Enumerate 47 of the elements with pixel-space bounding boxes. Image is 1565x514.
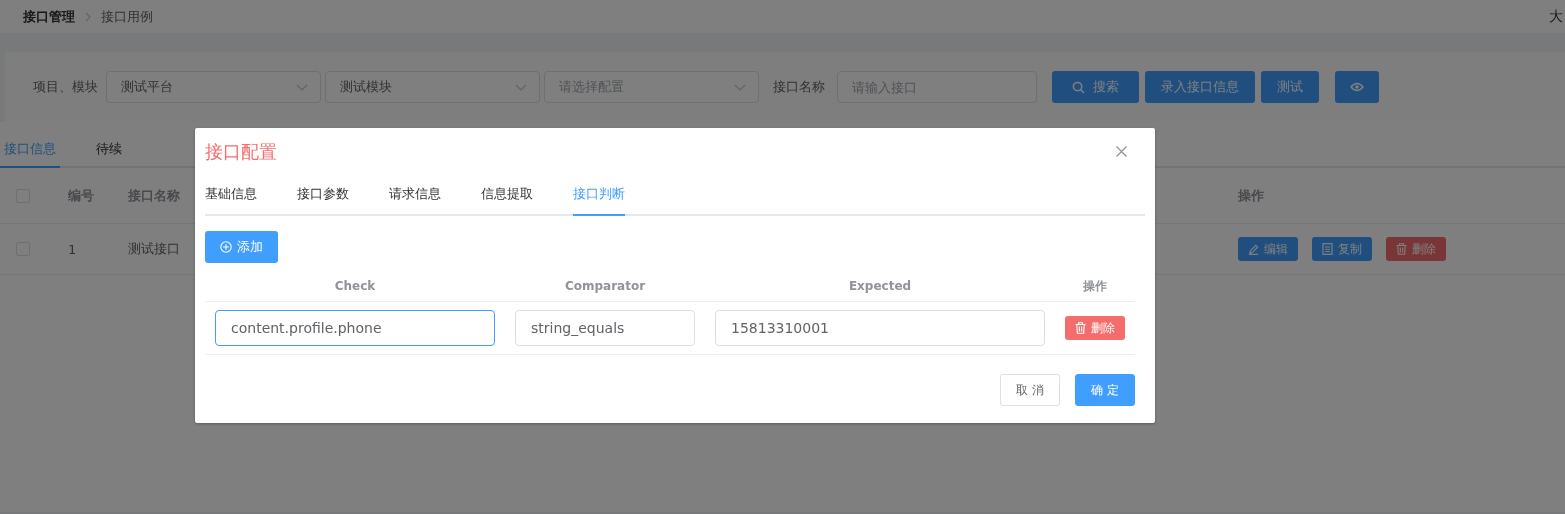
tab[interactable]: 信息提取: [481, 174, 533, 216]
column-header: Check: [333, 279, 377, 293]
select-field[interactable]: 测试平台: [106, 71, 321, 103]
filter-label: 项目、模块: [33, 78, 98, 96]
action-button[interactable]: 测试: [1261, 71, 1319, 103]
column-header: Comparator: [563, 279, 647, 293]
plus-circle-icon: [220, 241, 232, 253]
search-button[interactable]: 搜索: [1052, 71, 1139, 103]
edit-button[interactable]: 编辑: [1238, 237, 1298, 261]
trash-icon: [1075, 322, 1086, 334]
input-field[interactable]: 15813310001: [715, 310, 1045, 346]
pencil-icon: [1248, 243, 1259, 255]
add-button[interactable]: 添加: [205, 231, 278, 263]
tab[interactable]: 接口判断: [573, 174, 625, 216]
table-cell: 测试接口: [128, 240, 180, 258]
delete-button[interactable]: 删除: [1065, 316, 1125, 340]
column-header: 操作: [1082, 277, 1108, 295]
cancel-button[interactable]: 取 消: [1000, 374, 1061, 406]
eye-icon: [1350, 82, 1364, 92]
breadcrumb-item[interactable]: 接口用例: [101, 7, 153, 26]
input-field[interactable]: string_equals: [515, 310, 695, 346]
confirm-button[interactable]: 确 定: [1075, 374, 1135, 406]
search-icon: [1072, 80, 1085, 94]
tab[interactable]: 基础信息: [205, 174, 257, 216]
document-icon: [1322, 243, 1333, 255]
chevron-down-icon: [734, 83, 746, 91]
chevron-down-icon: [515, 83, 527, 91]
close-icon[interactable]: [1116, 146, 1127, 157]
trash-icon: [1396, 243, 1407, 255]
action-button[interactable]: 录入接口信息: [1145, 71, 1255, 103]
select-field[interactable]: 测试模块: [325, 71, 540, 103]
breadcrumb-item[interactable]: 接口管理: [23, 7, 75, 26]
chevron-down-icon: [296, 83, 308, 91]
dialog-title: 接口配置: [205, 139, 277, 164]
chevron-right-icon: [85, 11, 91, 22]
view-button[interactable]: [1335, 71, 1379, 103]
filter-label: 接口名称: [773, 78, 825, 96]
tab[interactable]: 请求信息: [389, 174, 441, 216]
copy-button[interactable]: 复制: [1312, 237, 1372, 261]
user-name[interactable]: 大: [1549, 7, 1563, 26]
tab[interactable]: 接口信息: [0, 132, 60, 168]
delete-button[interactable]: 删除: [1386, 237, 1446, 261]
column-header: Expected: [847, 279, 913, 293]
tab[interactable]: 待续: [92, 132, 126, 168]
tab[interactable]: 接口参数: [297, 174, 349, 216]
table-cell: 1: [68, 241, 77, 257]
input-field[interactable]: content.profile.phone: [215, 310, 495, 346]
